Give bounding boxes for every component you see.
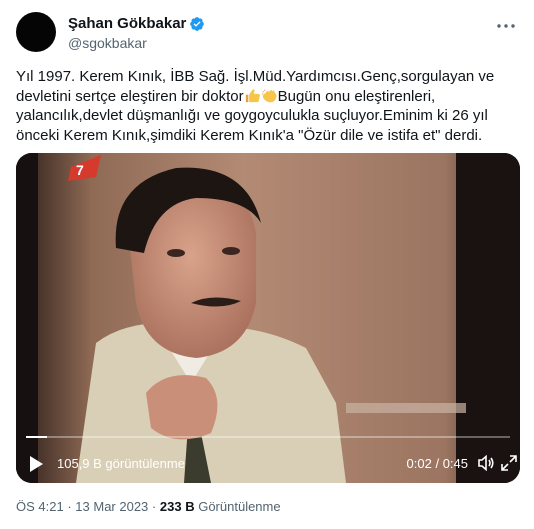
video-time: 0:02 / 0:45 [406, 456, 468, 471]
tweet-text: Yıl 1997. Kerem Kınık, İBB Sağ. İşl.Müd.… [16, 67, 518, 145]
meta-separator-2: · [151, 499, 157, 514]
video-player[interactable]: 7 105,9 B görüntülenme 0:02 / 0:45 [16, 153, 520, 483]
video-views-label: 105,9 B görüntülenme [57, 456, 185, 471]
fullscreen-icon[interactable] [500, 454, 518, 472]
author-handle[interactable]: @sgokbakar [68, 34, 147, 52]
tweet-date[interactable]: 13 Mar 2023 [75, 499, 148, 514]
video-progress-fill [26, 436, 48, 438]
author-display-name[interactable]: Şahan Gökbakar [68, 14, 186, 34]
thumbs-up-emoji [245, 88, 260, 102]
volume-icon[interactable] [477, 454, 495, 472]
verified-badge-icon [190, 17, 205, 31]
video-frame: 7 [16, 153, 520, 483]
video-controls: 105,9 B görüntülenme 0:02 / 0:45 [16, 439, 520, 483]
meta-separator: · [67, 499, 72, 514]
video-time-current: 0:02 [406, 456, 432, 471]
more-options-icon[interactable] [494, 14, 518, 38]
avatar[interactable] [16, 12, 56, 52]
tweet-meta: ÖS 4:21 · 13 Mar 2023 · 233 B Görüntülen… [16, 499, 281, 515]
tweet-time[interactable]: ÖS 4:21 [16, 499, 64, 514]
play-icon[interactable] [28, 455, 44, 473]
author-name-row[interactable]: Şahan Gökbakar [68, 14, 205, 34]
tweet-views-count: 233 B [159, 499, 195, 514]
video-progress-bar[interactable] [26, 436, 510, 438]
clapping-hands-emoji [261, 88, 277, 102]
tweet-views-label: Görüntülenme [198, 499, 281, 514]
video-time-total: 0:45 [442, 456, 468, 471]
svg-text:7: 7 [76, 162, 84, 178]
